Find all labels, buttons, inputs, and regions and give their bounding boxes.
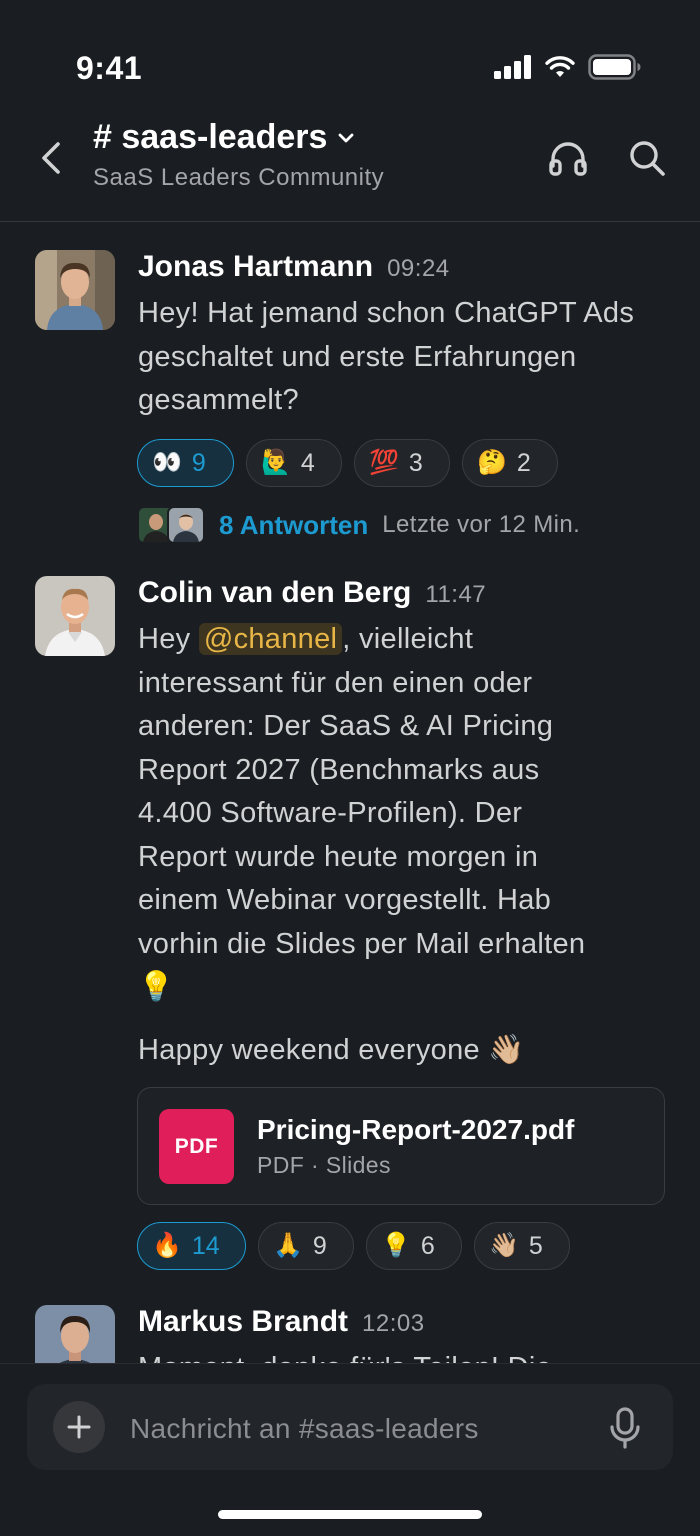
file-name: Pricing-Report-2027.pdf (257, 1114, 575, 1145)
status-icons (494, 54, 642, 80)
status-time: 9:41 (76, 50, 143, 86)
message-text: Happy weekend everyone 👋🏼 (138, 1034, 525, 1066)
thread-last-reply: Letzte vor 12 Min. (382, 511, 581, 538)
microphone-icon[interactable] (605, 1406, 645, 1450)
search-icon[interactable] (625, 136, 669, 180)
cellular-signal-icon (494, 55, 531, 79)
reactions: 👀 9 🙋‍♂️ 4 💯 3 🤔 2 (137, 439, 558, 487)
back-arrow-icon[interactable] (34, 138, 68, 178)
mention-channel[interactable]: @channel (198, 623, 343, 655)
thread-reply-count[interactable]: 8 Antworten (219, 510, 368, 541)
message-input[interactable] (128, 1406, 602, 1452)
chevron-down-icon (339, 133, 354, 142)
message-text: Hey @channel, vielleicht interessant für… (138, 623, 586, 1003)
timestamp: 11:47 (425, 581, 487, 608)
reaction-fire[interactable]: 🔥 14 (137, 1222, 246, 1270)
reaction-100[interactable]: 💯 3 (354, 439, 450, 487)
avatar[interactable] (35, 576, 115, 656)
avatar[interactable] (35, 250, 115, 330)
channel-name: # saas-leaders (93, 118, 328, 156)
wifi-icon (545, 56, 575, 77)
reaction-thinking[interactable]: 🤔 2 (462, 439, 558, 487)
pdf-file-icon: PDF (159, 1109, 234, 1184)
channel-header: # saas-leaders SaaS Leaders Community (0, 100, 700, 222)
avatar[interactable] (35, 1305, 115, 1363)
timestamp: 09:24 (387, 255, 450, 282)
workspace-name: SaaS Leaders Community (93, 164, 385, 191)
author-name[interactable]: Colin van den Berg (138, 576, 411, 610)
reaction-raising-hand[interactable]: 🙋‍♂️ 4 (246, 439, 342, 487)
file-meta: PDF · Slides (257, 1152, 391, 1178)
author-name[interactable]: Markus Brandt (138, 1305, 348, 1339)
message-list[interactable]: Jonas Hartmann 09:24 Hey! Hat jemand sch… (0, 222, 700, 1363)
add-attachment-button[interactable] (53, 1401, 105, 1453)
plus-icon (67, 1415, 91, 1439)
author-row: Colin van den Berg 11:47 (138, 576, 486, 610)
message-text: Moment, danke für's Teilen! Die (138, 1347, 668, 1363)
timestamp: 12:03 (362, 1310, 425, 1337)
avatar (167, 506, 205, 544)
channel-name-button[interactable]: # saas-leaders (93, 118, 355, 157)
home-indicator (218, 1510, 482, 1519)
author-row: Jonas Hartmann 09:24 (138, 250, 450, 284)
author-row: Markus Brandt 12:03 (138, 1305, 425, 1339)
file-attachment[interactable]: PDF Pricing-Report-2027.pdf PDF · Slides (137, 1087, 665, 1205)
reaction-bulb[interactable]: 💡 6 (366, 1222, 462, 1270)
battery-icon (588, 54, 641, 80)
reaction-pray[interactable]: 🙏 9 (258, 1222, 354, 1270)
message-composer (27, 1384, 673, 1470)
reaction-wave[interactable]: 👋🏼 5 (474, 1222, 570, 1270)
reaction-eyes[interactable]: 👀 9 (137, 439, 234, 487)
message-text: Hey! Hat jemand schon ChatGPT Ads gescha… (138, 297, 635, 416)
author-name[interactable]: Jonas Hartmann (138, 250, 373, 284)
thread-summary[interactable]: 8 Antworten Letzte vor 12 Min. (137, 506, 580, 544)
headphones-icon[interactable] (546, 136, 590, 180)
thread-avatars (137, 506, 205, 544)
reactions: 🔥 14 🙏 9 💡 6 👋🏼 5 (137, 1222, 570, 1270)
status-bar: 9:41 (0, 0, 700, 100)
